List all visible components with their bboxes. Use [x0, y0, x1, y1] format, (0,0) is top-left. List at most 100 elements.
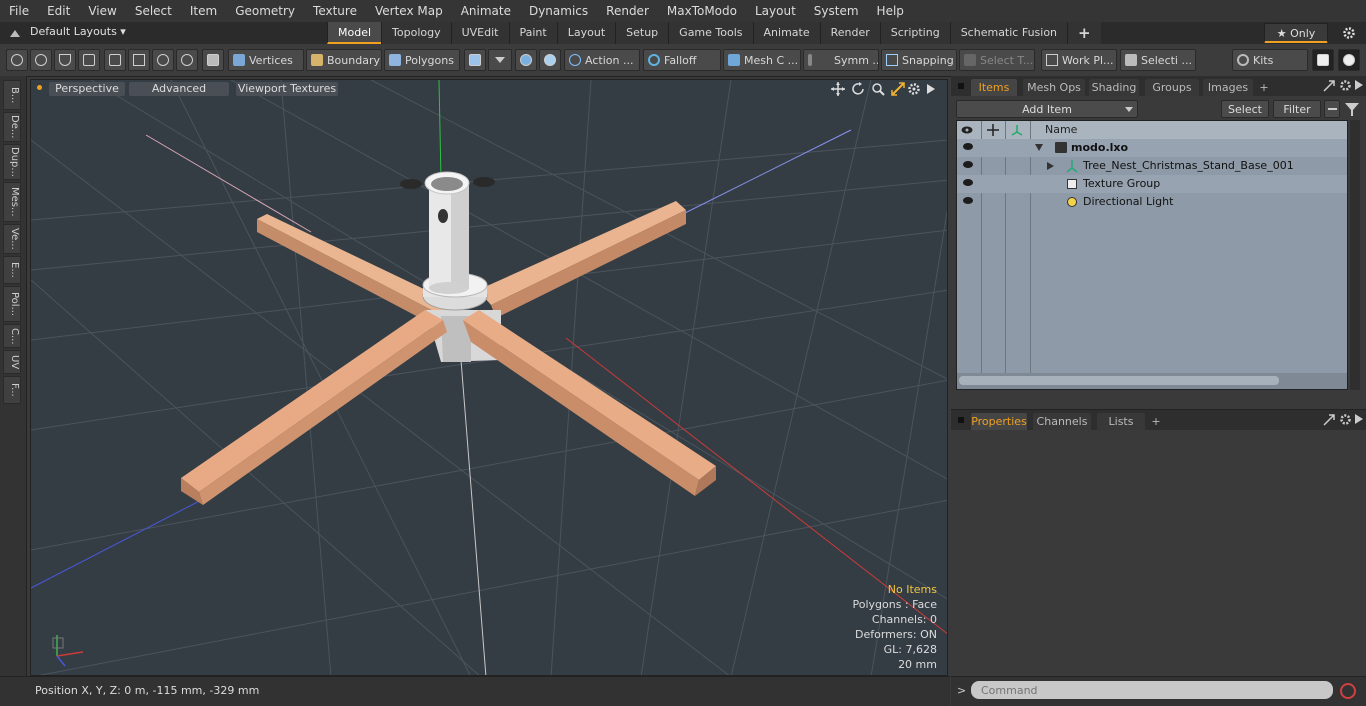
select-circle-button[interactable] — [6, 49, 28, 71]
tab-properties[interactable]: Properties — [971, 413, 1027, 430]
pen-tool-button[interactable] — [54, 49, 76, 71]
center-button[interactable] — [128, 49, 150, 71]
tab-images[interactable]: Images — [1203, 79, 1253, 96]
tree-row-light[interactable]: Directional Light — [957, 193, 1347, 211]
tab-schematic-fusion[interactable]: Schematic Fusion — [949, 22, 1068, 44]
tab-groups[interactable]: Groups — [1145, 79, 1199, 96]
tab-items[interactable]: Items — [971, 79, 1017, 96]
tab-channels[interactable]: Channels — [1033, 413, 1091, 430]
visibility-eye-icon[interactable] — [963, 197, 973, 204]
viewport-scene[interactable] — [31, 80, 948, 676]
visibility-eye-icon[interactable] — [963, 143, 973, 150]
texture-button[interactable] — [515, 49, 537, 71]
collapse-arrow-icon[interactable] — [1035, 144, 1043, 152]
left-tab-fusion[interactable]: F... — [3, 376, 21, 404]
panel-expand-arrow-icon[interactable] — [1355, 414, 1363, 424]
select-button[interactable]: Select — [1221, 100, 1269, 118]
align-button[interactable] — [104, 49, 126, 71]
tree-row-mesh[interactable]: Tree_Nest_Christmas_Stand_Base_001 — [957, 157, 1347, 175]
tree-row-texture-group[interactable]: Texture Group — [957, 175, 1347, 193]
symmetry-button[interactable]: Symm ... — [803, 49, 879, 71]
mesh-constraint-button[interactable]: Mesh C ... — [723, 49, 801, 71]
menu-geometry[interactable]: Geometry — [226, 0, 304, 22]
tab-render[interactable]: Render — [819, 22, 880, 44]
visibility-eye-icon[interactable] — [963, 161, 973, 168]
select-through-button[interactable]: Select T... — [959, 49, 1035, 71]
left-tab-duplicate[interactable]: Dup... — [3, 144, 21, 180]
lock-header-icon[interactable] — [986, 123, 1000, 137]
menu-item[interactable]: Item — [181, 0, 226, 22]
collapse-button[interactable] — [1324, 100, 1340, 118]
kits-button[interactable]: Kits — [1232, 49, 1308, 71]
viewport-menu-dot-icon[interactable] — [37, 85, 42, 90]
christmas-stand-model[interactable] — [181, 171, 716, 505]
left-tab-polygon[interactable]: Pol... — [3, 286, 21, 322]
type-header-icon[interactable] — [1010, 123, 1024, 137]
material-dropdown[interactable] — [488, 49, 512, 71]
move-view-icon[interactable] — [831, 82, 845, 96]
visibility-eye-icon[interactable] — [963, 179, 973, 186]
viewport-perspective-tab[interactable]: Perspective — [49, 82, 125, 96]
tab-layout[interactable]: Layout — [556, 22, 616, 44]
tab-paint[interactable]: Paint — [508, 22, 557, 44]
name-column-header[interactable]: Name — [1045, 123, 1077, 136]
tab-model[interactable]: Model — [327, 22, 382, 44]
panel-menu-icon[interactable] — [958, 417, 964, 423]
action-center-button[interactable]: Action ... — [564, 49, 640, 71]
menu-system[interactable]: System — [805, 0, 868, 22]
only-toggle[interactable]: ★ Only — [1264, 23, 1328, 43]
menu-dynamics[interactable]: Dynamics — [520, 0, 597, 22]
panel-maximize-icon[interactable] — [1323, 414, 1335, 426]
menu-file[interactable]: File — [0, 0, 38, 22]
rotate-button[interactable] — [176, 49, 198, 71]
globe-button[interactable] — [30, 49, 52, 71]
tab-setup[interactable]: Setup — [615, 22, 669, 44]
panel-menu-icon[interactable] — [958, 83, 964, 89]
unity-button[interactable] — [1312, 49, 1334, 71]
left-tab-curve[interactable]: C... — [3, 324, 21, 348]
work-plane-button[interactable]: Work Pl... — [1041, 49, 1117, 71]
menu-layout[interactable]: Layout — [746, 0, 805, 22]
item-mode-button[interactable] — [202, 49, 224, 71]
left-tab-edge[interactable]: E... — [3, 256, 21, 284]
left-tab-vertex[interactable]: Ve... — [3, 224, 21, 254]
snapping-button[interactable]: Snapping — [881, 49, 957, 71]
orbit-view-icon[interactable] — [851, 82, 865, 96]
record-macro-icon[interactable] — [1339, 682, 1357, 700]
funnel-filter-icon[interactable] — [1345, 102, 1359, 116]
panel-expand-arrow-icon[interactable] — [1355, 80, 1363, 90]
viewport-expand-arrow-icon[interactable] — [927, 84, 935, 94]
menu-edit[interactable]: Edit — [38, 0, 79, 22]
left-tab-uv[interactable]: UV — [3, 350, 21, 374]
left-tab-mesh[interactable]: Mes... — [3, 182, 21, 222]
viewport-advanced-tab[interactable]: Advanced — [129, 82, 229, 96]
menu-render[interactable]: Render — [597, 0, 658, 22]
menu-maxtomodo[interactable]: MaxToModo — [658, 0, 746, 22]
vertices-button[interactable]: Vertices — [228, 49, 304, 71]
panel-maximize-icon[interactable] — [1323, 80, 1335, 92]
layout-arrow-icon[interactable] — [9, 27, 21, 39]
layout-selector[interactable]: Default Layouts ▾ — [30, 25, 126, 38]
tab-lists[interactable]: Lists — [1097, 413, 1145, 430]
visibility-header-icon[interactable] — [961, 125, 973, 135]
brush-tool-button[interactable] — [78, 49, 100, 71]
tab-animate[interactable]: Animate — [752, 22, 820, 44]
add-panel-tab-button[interactable]: + — [1257, 79, 1271, 96]
tab-topology[interactable]: Topology — [381, 22, 451, 44]
material-button[interactable] — [464, 49, 486, 71]
panel-gear-icon[interactable] — [1339, 79, 1352, 92]
unreal-button[interactable] — [1338, 49, 1360, 71]
tree-horizontal-scrollbar[interactable] — [957, 373, 1347, 389]
tab-scripting[interactable]: Scripting — [879, 22, 950, 44]
menu-select[interactable]: Select — [126, 0, 181, 22]
add-tab-button[interactable]: + — [1067, 22, 1101, 44]
3d-viewport[interactable]: Perspective Advanced Viewport Textures N… — [30, 79, 948, 676]
zoom-view-icon[interactable] — [871, 82, 885, 96]
tab-game-tools[interactable]: Game Tools — [668, 22, 753, 44]
menu-texture[interactable]: Texture — [304, 0, 366, 22]
tab-mesh-ops[interactable]: Mesh Ops — [1023, 79, 1085, 96]
left-tab-basic[interactable]: B... — [3, 80, 21, 110]
menu-vertex-map[interactable]: Vertex Map — [366, 0, 452, 22]
frame-button[interactable] — [152, 49, 174, 71]
maximize-view-icon[interactable] — [891, 82, 905, 96]
